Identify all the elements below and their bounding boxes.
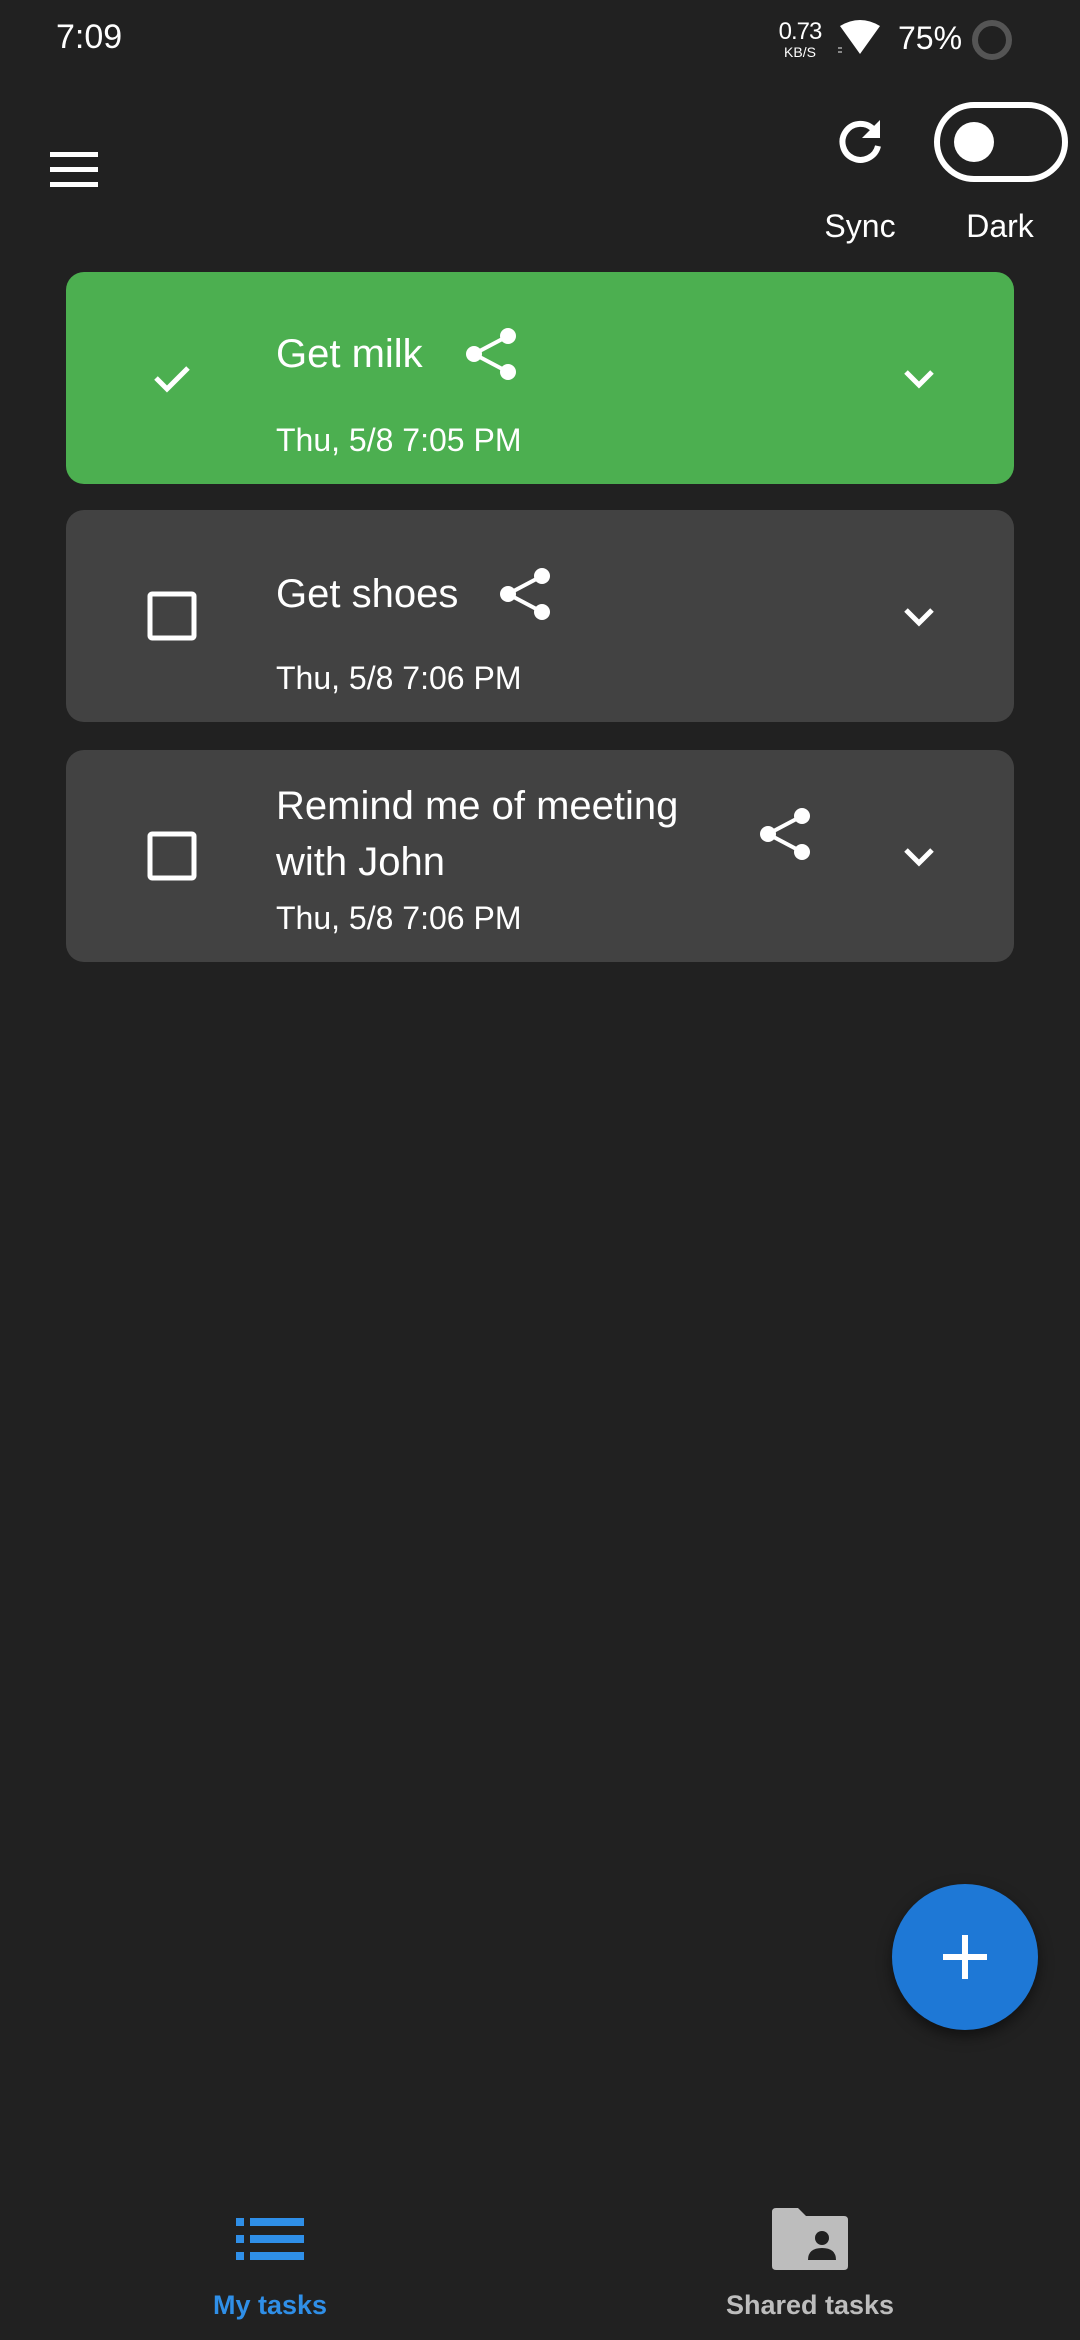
task-card[interactable]: Get shoes Thu, 5/8 7:06 PM: [66, 510, 1014, 722]
task-date: Thu, 5/8 7:05 PM: [276, 422, 522, 458]
nav-shared-tasks-label: Shared tasks: [725, 2290, 895, 2320]
add-task-button[interactable]: [892, 1884, 1038, 2030]
battery-percent: 75%: [898, 20, 963, 56]
chevron-down-icon[interactable]: [892, 830, 946, 884]
status-time: 7:09: [56, 18, 123, 56]
task-date: Thu, 5/8 7:06 PM: [276, 900, 522, 936]
sync-label: Sync: [824, 208, 896, 244]
list-icon: [236, 2218, 304, 2260]
chevron-down-icon[interactable]: [892, 352, 946, 406]
battery-icon: [972, 20, 1012, 60]
share-icon[interactable]: [462, 324, 522, 384]
chevron-down-icon[interactable]: [892, 590, 946, 644]
task-title: Get shoes: [276, 572, 459, 616]
task-title-line-1: Remind me of meeting: [276, 784, 679, 828]
plus-icon: [943, 1935, 987, 1979]
toggle-knob: [954, 122, 994, 162]
sync-icon[interactable]: [828, 110, 892, 174]
nav-my-tasks[interactable]: My tasks: [120, 2204, 420, 2321]
share-icon[interactable]: [756, 804, 816, 864]
dark-mode-label: Dark: [966, 208, 1034, 244]
task-date: Thu, 5/8 7:06 PM: [276, 660, 522, 696]
checkbox-icon[interactable]: [142, 826, 202, 886]
network-speed: 0.73 KB/S: [776, 18, 824, 60]
nav-my-tasks-label: My tasks: [212, 2290, 328, 2320]
status-bar: 7:09 0.73 KB/S 75%: [0, 0, 1080, 80]
task-title: Get milk: [276, 332, 423, 376]
network-speed-value: 0.73: [778, 18, 823, 45]
task-title-line-2: with John: [276, 840, 445, 884]
task-card[interactable]: Remind me of meeting with John Thu, 5/8 …: [66, 750, 1014, 962]
task-card[interactable]: Get milk Thu, 5/8 7:05 PM: [66, 272, 1014, 484]
bottom-navigation: My tasks Shared tasks: [0, 2180, 1080, 2340]
share-icon[interactable]: [496, 564, 556, 624]
network-speed-unit: KB/S: [784, 44, 816, 60]
shared-folder-icon: [772, 2208, 848, 2270]
checkbox-icon[interactable]: [142, 586, 202, 646]
check-icon[interactable]: [142, 348, 202, 408]
wifi-icon: [838, 20, 880, 54]
menu-icon[interactable]: [44, 140, 104, 200]
task-title: Remind me of meeting with John: [276, 778, 678, 890]
dark-mode-toggle[interactable]: [934, 102, 1068, 182]
nav-shared-tasks[interactable]: Shared tasks: [660, 2204, 960, 2321]
